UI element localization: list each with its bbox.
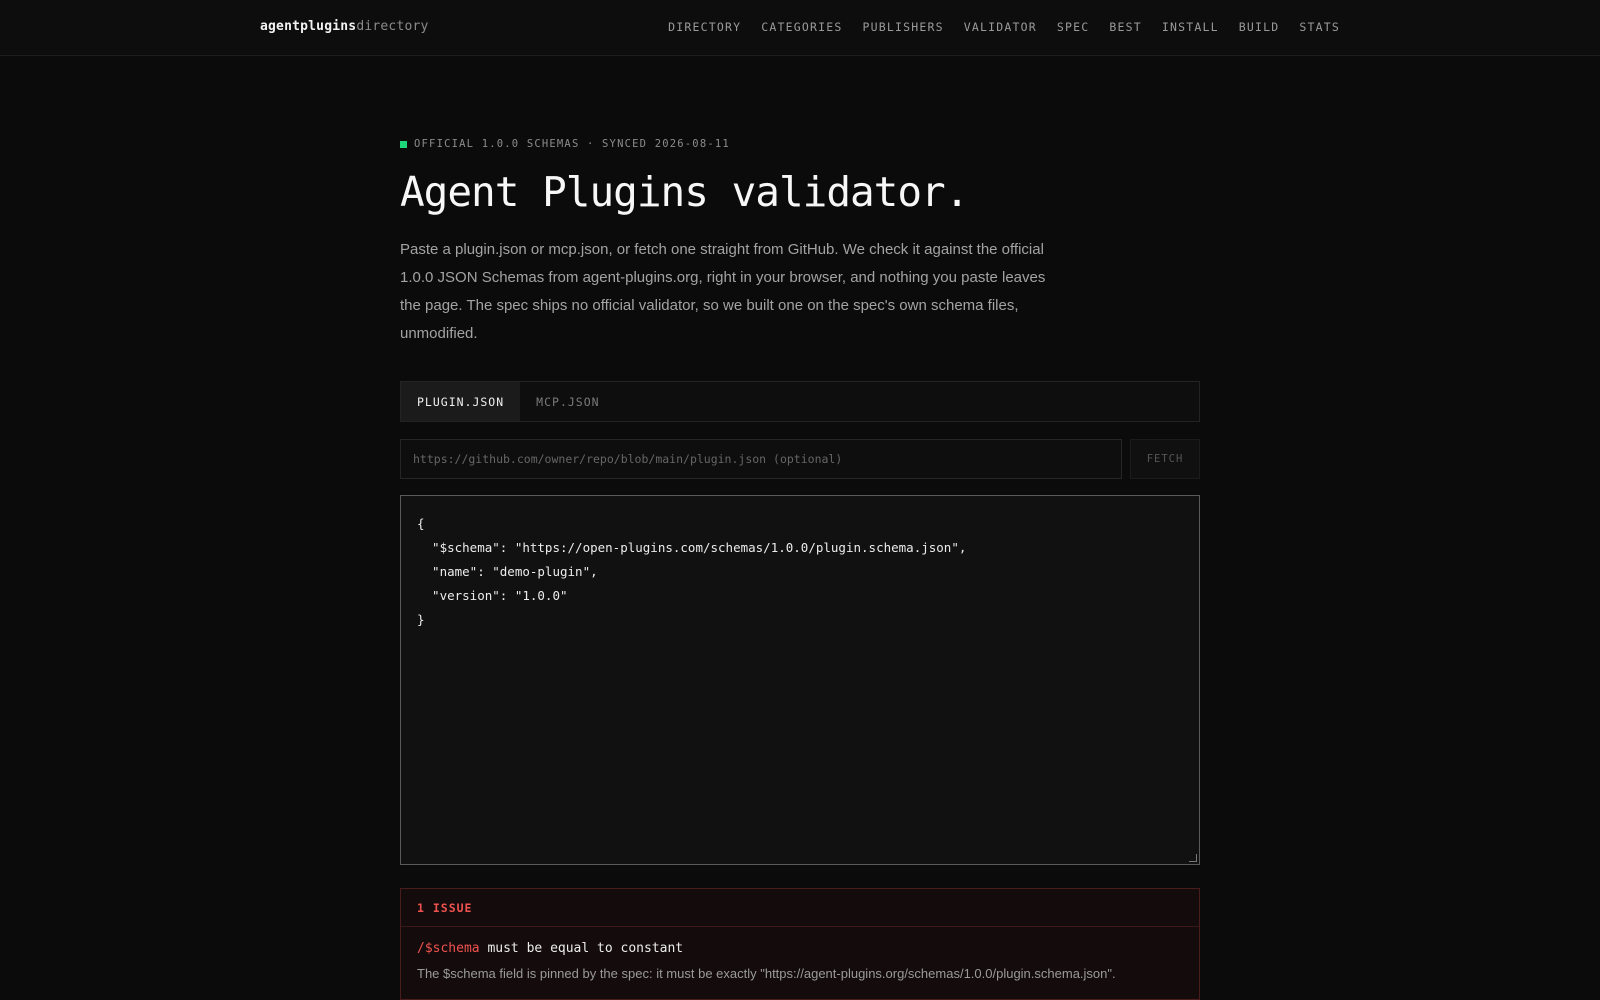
brand-primary: agentplugins	[260, 19, 357, 34]
resize-handle-icon[interactable]	[1189, 854, 1197, 862]
main-nav: DIRECTORY CATEGORIES PUBLISHERS VALIDATO…	[668, 20, 1340, 34]
nav-item-publishers[interactable]: PUBLISHERS	[863, 20, 944, 34]
file-type-tabs: PLUGIN.JSON MCP.JSON	[400, 381, 1200, 422]
brand-secondary: directory	[356, 19, 429, 34]
json-editor[interactable]: { "$schema": "https://open-plugins.com/s…	[400, 495, 1200, 865]
issue-detail: The $schema field is pinned by the spec:…	[417, 966, 1116, 981]
nav-item-spec[interactable]: SPEC	[1057, 20, 1090, 34]
issue-message: must be equal to constant	[487, 941, 684, 956]
issue-summary: /$schema must be equal to constant	[417, 941, 683, 956]
tab-plugin-json[interactable]: PLUGIN.JSON	[401, 382, 521, 421]
nav-item-build[interactable]: BUILD	[1239, 20, 1280, 34]
schema-status-text: OFFICIAL 1.0.0 SCHEMAS · SYNCED 2026-08-…	[414, 138, 730, 150]
site-logo[interactable]: agentpluginsdirectory	[260, 19, 429, 34]
top-navbar: agentpluginsdirectory DIRECTORY CATEGORI…	[0, 0, 1600, 56]
issues-count: 1 ISSUE	[401, 889, 1199, 927]
nav-item-categories[interactable]: CATEGORIES	[761, 20, 842, 34]
page-description: Paste a plugin.json or mcp.json, or fetc…	[400, 241, 1046, 342]
status-dot-icon	[400, 140, 407, 148]
issue-path: /$schema	[417, 941, 480, 956]
issues-panel: 1 ISSUE /$schema must be equal to consta…	[400, 888, 1200, 1000]
schema-status: OFFICIAL 1.0.0 SCHEMAS · SYNCED 2026-08-…	[400, 138, 730, 150]
github-url-input[interactable]	[400, 439, 1122, 479]
nav-item-install[interactable]: INSTALL	[1162, 20, 1219, 34]
nav-item-directory[interactable]: DIRECTORY	[668, 20, 741, 34]
fetch-button[interactable]: FETCH	[1130, 439, 1200, 479]
nav-item-best[interactable]: BEST	[1109, 20, 1142, 34]
nav-item-validator[interactable]: VALIDATOR	[964, 20, 1037, 34]
nav-item-stats[interactable]: STATS	[1299, 20, 1340, 34]
page-title: Agent Plugins validator.	[400, 168, 969, 216]
tab-mcp-json[interactable]: MCP.JSON	[520, 382, 615, 421]
